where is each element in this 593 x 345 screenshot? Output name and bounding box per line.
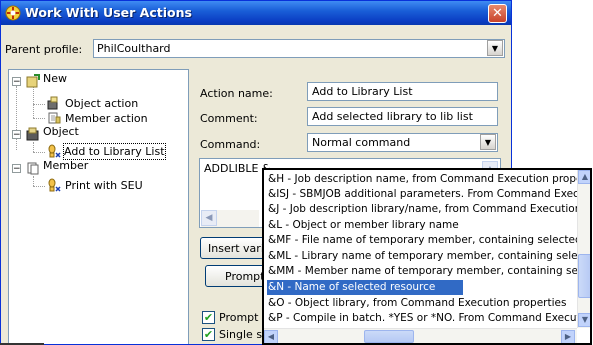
parent-profile-select[interactable]: PhilCoulthard ▼: [93, 39, 505, 58]
insert-variable-label: Insert varia: [208, 242, 270, 255]
prompt-label: Prompt: [225, 270, 265, 283]
user-action-icon: [48, 178, 61, 192]
action-name-label: Action name:: [200, 87, 273, 100]
collapse-icon[interactable]: −: [12, 130, 21, 140]
tree-item-label: Object action: [65, 97, 139, 110]
object-action-icon: [47, 96, 58, 110]
command-type-select[interactable]: Normal command ▼: [307, 133, 498, 152]
comment-label: Comment:: [200, 112, 258, 125]
variable-item[interactable]: &O - Object library, from Command Execut…: [268, 296, 578, 311]
prompt-first-label: Prompt f: [219, 311, 266, 324]
tree-item-print-with-seu[interactable]: Print with SEU: [9, 178, 189, 193]
popup-horizontal-scrollbar[interactable]: ◀ ▶: [264, 328, 577, 343]
tree-item-object-action[interactable]: Object action: [9, 96, 189, 111]
variable-item[interactable]: &P - Compile in batch. *YES or *NO. From…: [268, 311, 578, 326]
variable-item[interactable]: &MM - Member name of temporary member, c…: [268, 264, 578, 279]
collapse-icon[interactable]: −: [12, 164, 21, 174]
tree-item-label: Object: [43, 125, 79, 138]
prompt-first-checkbox[interactable]: ✔: [202, 311, 215, 324]
object-folder-icon: [26, 127, 39, 141]
variable-item[interactable]: &H - Job description name, from Command …: [268, 172, 578, 187]
parent-profile-label: Parent profile:: [5, 43, 83, 56]
user-actions-tree[interactable]: − New Object action Member action − Obje…: [8, 69, 189, 344]
user-action-icon: [48, 144, 61, 158]
comment-value: Add selected library to lib list: [312, 110, 473, 123]
scroll-up-icon[interactable]: ▲: [578, 170, 590, 184]
comment-input[interactable]: Add selected library to lib list: [307, 107, 498, 126]
scroll-down-icon[interactable]: ▼: [578, 313, 590, 327]
scroll-left-icon[interactable]: ◀: [264, 330, 278, 343]
variable-item[interactable]: &MF - File name of temporary member, con…: [268, 233, 578, 248]
variable-item[interactable]: &J - Job description library/name, from …: [268, 202, 578, 217]
collapse-icon[interactable]: −: [12, 77, 21, 87]
tree-item-add-to-library-list[interactable]: Add to Library List: [9, 143, 189, 160]
single-selection-checkbox[interactable]: ✔: [202, 328, 215, 341]
tree-item-member[interactable]: − Member: [9, 159, 189, 176]
tree-item-member-action[interactable]: Member action: [9, 111, 189, 126]
chevron-down-icon[interactable]: ▼: [487, 40, 503, 56]
variable-item[interactable]: &L - Object or member library name: [268, 218, 578, 233]
title-bar[interactable]: Work With User Actions ✕: [1, 1, 511, 25]
scrollbar-thumb[interactable]: [578, 254, 590, 298]
variable-item-selected[interactable]: &N - Name of selected resource: [267, 280, 463, 295]
tree-item-label: Member: [43, 159, 89, 172]
close-button[interactable]: ✕: [488, 4, 507, 23]
tree-item-label: Add to Library List: [63, 143, 166, 160]
substitution-variables-popup[interactable]: &H - Job description name, from Command …: [262, 168, 592, 345]
command-text: ADDLIBLE &: [204, 162, 271, 175]
scrollbar-thumb[interactable]: [364, 330, 414, 343]
tree-item-new[interactable]: − New: [9, 72, 189, 89]
tree-item-label: Print with SEU: [65, 179, 143, 192]
parent-profile-value: PhilCoulthard: [97, 42, 171, 55]
action-name-value: Add to Library List: [312, 85, 413, 98]
scroll-right-icon[interactable]: ▶: [561, 330, 575, 343]
member-action-icon: [48, 112, 61, 124]
action-name-input[interactable]: Add to Library List: [307, 82, 498, 101]
tree-item-label: New: [43, 72, 67, 85]
insert-variable-button[interactable]: Insert varia: [200, 237, 270, 259]
scroll-left-icon[interactable]: ◀: [201, 210, 217, 226]
chevron-down-icon[interactable]: ▼: [480, 134, 496, 150]
tree-item-object[interactable]: − Object: [9, 125, 189, 142]
new-action-icon: [26, 74, 40, 88]
variable-item[interactable]: &ML - Library name of temporary member, …: [268, 249, 578, 264]
member-folder-icon: [27, 162, 39, 175]
command-type-value: Normal command: [312, 136, 411, 149]
command-label: Command:: [200, 138, 261, 151]
popup-vertical-scrollbar[interactable]: ▲ ▼: [577, 170, 590, 328]
variable-item[interactable]: &ISJ - SBMJOB additional parameters. Fro…: [268, 187, 578, 202]
window-title: Work With User Actions: [25, 5, 192, 20]
actions-icon: [5, 5, 21, 21]
command-horizontal-scrollbar[interactable]: ◀: [201, 210, 259, 227]
